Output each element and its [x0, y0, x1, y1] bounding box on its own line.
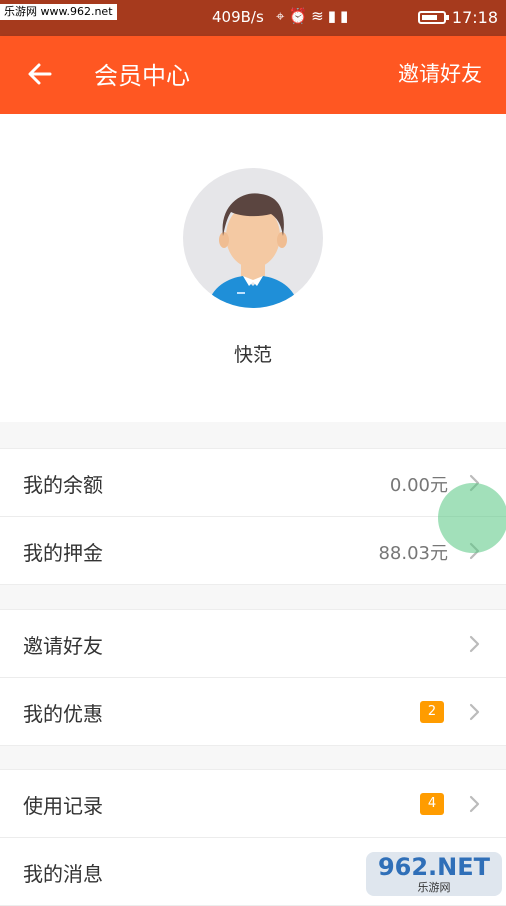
status-bar-watermark: 乐游网 www.962.net	[0, 4, 117, 20]
deposit-value: 88.03元	[378, 543, 448, 564]
signal-3g-icon: ▮	[327, 7, 340, 25]
menu-item-label: 我的余额	[23, 473, 103, 497]
usage-count-badge: 4	[420, 793, 444, 815]
menu-item-usage-records[interactable]: 使用记录 4	[0, 770, 506, 837]
status-icons: ⌖⏰≋▮▮	[276, 7, 352, 25]
back-arrow-icon[interactable]	[22, 56, 58, 92]
watermark-logo-subtext: 乐游网	[417, 881, 451, 894]
menu-item-label: 我的优惠	[23, 702, 103, 726]
network-speed: 409B/s	[212, 8, 264, 26]
chevron-right-icon	[469, 795, 480, 813]
menu-item-coupons[interactable]: 我的优惠 2	[0, 677, 506, 745]
chevron-right-icon	[469, 703, 480, 721]
menu-item-balance[interactable]: 我的余额 0.00元	[0, 449, 506, 516]
menu-item-invite-friends[interactable]: 邀请好友	[0, 610, 506, 677]
location-icon: ⌖	[276, 7, 289, 25]
battery-icon	[418, 11, 449, 24]
balance-value: 0.00元	[389, 475, 448, 496]
header-bar: 会员中心 邀请好友	[0, 36, 506, 114]
watermark-logo: 962.NET 乐游网	[366, 852, 502, 896]
menu-item-label: 我的消息	[23, 862, 103, 886]
invite-friends-button[interactable]: 邀请好友	[398, 58, 482, 88]
username: 快范	[233, 344, 272, 366]
menu-group-promotions: 邀请好友 我的优惠 2	[0, 609, 506, 746]
menu-item-label: 我的押金	[23, 541, 103, 565]
page-title: 会员中心	[94, 62, 190, 90]
alarm-icon: ⏰	[288, 7, 312, 25]
signal-icon: ▮	[339, 7, 353, 25]
avatar[interactable]	[183, 168, 323, 308]
menu-item-label: 邀请好友	[23, 634, 103, 658]
wifi-icon: ≋	[311, 7, 328, 25]
chevron-right-icon	[469, 635, 480, 653]
status-time: 17:18	[451, 8, 498, 27]
battery-fill	[422, 15, 437, 20]
menu-item-deposit[interactable]: 我的押金 88.03元	[0, 516, 506, 584]
status-bar: 乐游网 www.962.net 409B/s ⌖⏰≋▮▮ 17:18	[0, 0, 506, 36]
coupon-count-badge: 2	[420, 701, 444, 723]
touch-indicator	[438, 483, 506, 553]
menu-item-label: 使用记录	[23, 794, 103, 818]
avatar-illustration	[207, 193, 299, 308]
watermark-logo-text: 962.NET	[377, 853, 491, 881]
profile-section: 快范	[0, 114, 506, 422]
menu-group-wallet: 我的余额 0.00元 我的押金 88.03元	[0, 448, 506, 585]
